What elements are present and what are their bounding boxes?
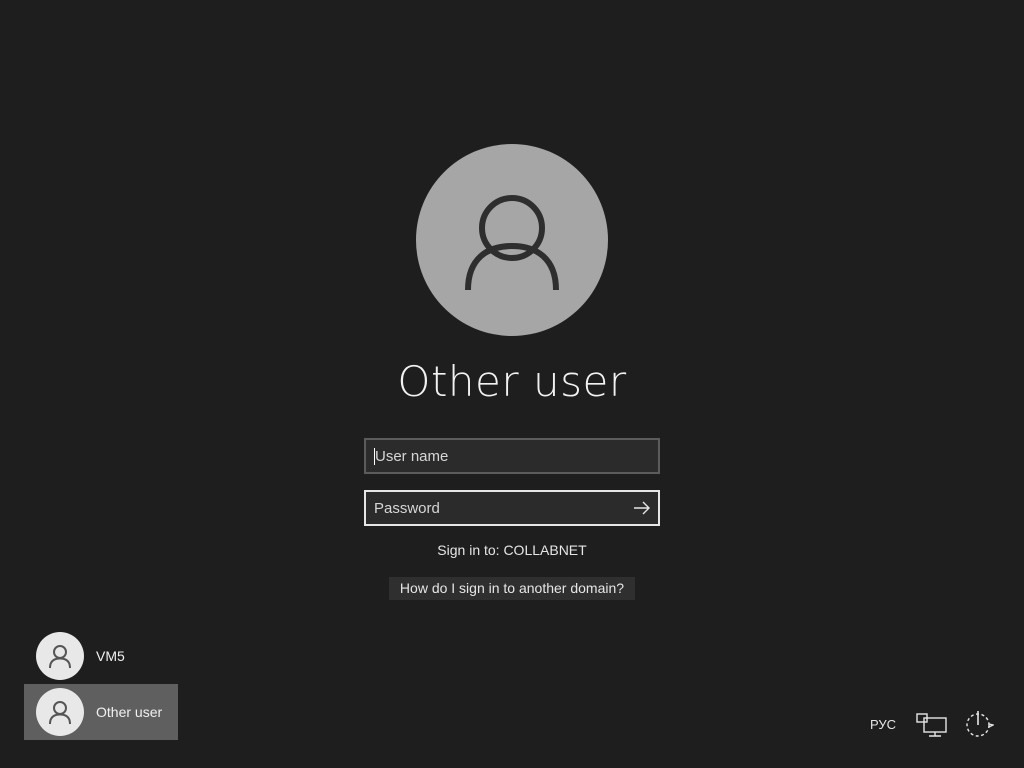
network-icon [916, 713, 947, 737]
submit-button[interactable] [626, 492, 658, 524]
power-button[interactable] [962, 708, 994, 740]
user-avatar-small [36, 688, 84, 736]
user-item-other-user[interactable]: Other user [24, 684, 178, 740]
username-placeholder: User name [375, 447, 449, 465]
user-item-label: VM5 [96, 648, 125, 664]
user-item-vm5[interactable]: VM5 [24, 628, 178, 684]
system-tray: РУС [870, 704, 994, 744]
person-icon [465, 195, 559, 291]
lock-screen: Other user User name Password Sign in to… [0, 0, 1024, 768]
user-item-label: Other user [96, 704, 163, 720]
network-button[interactable] [916, 708, 948, 740]
power-icon [966, 711, 994, 737]
person-icon [49, 645, 71, 669]
sign-in-domain: Sign in to: COLLABNET [437, 542, 587, 558]
user-switcher: VM5 Other user [24, 628, 178, 740]
person-icon [49, 701, 71, 725]
password-input[interactable]: Password [364, 490, 660, 526]
language-indicator[interactable]: РУС [870, 717, 896, 732]
user-display-name: Other user [397, 357, 627, 406]
arrow-right-icon [634, 501, 650, 515]
password-placeholder: Password [374, 499, 440, 517]
domain-help-link[interactable]: How do I sign in to another domain? [389, 577, 635, 600]
username-input[interactable]: User name [364, 438, 660, 474]
user-avatar-small [36, 632, 84, 680]
user-avatar [416, 144, 608, 336]
